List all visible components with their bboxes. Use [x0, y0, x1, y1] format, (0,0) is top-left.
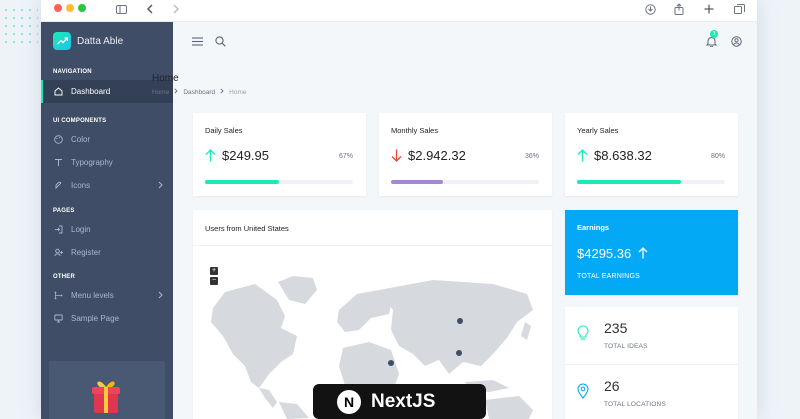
sidebar-item-sample-page[interactable]: Sample Page — [41, 307, 173, 330]
decorative-dots — [2, 6, 38, 46]
tabs-overview-icon[interactable] — [730, 0, 748, 18]
type-icon — [53, 158, 63, 167]
brand-name: Datta Able — [77, 35, 124, 47]
kpi-locations: 26 TOTAL LOCATIONS — [565, 365, 738, 419]
arrow-up-icon — [638, 247, 648, 259]
progress-bar — [205, 180, 279, 184]
kpi-label: TOTAL LOCATIONS — [604, 401, 666, 408]
sidebar-item-label: Icons — [71, 181, 91, 190]
chevron-right-icon — [220, 88, 224, 96]
arrow-up-icon — [205, 149, 216, 167]
menu-icon — [53, 291, 63, 300]
maximize-window-button[interactable] — [78, 4, 86, 12]
chevron-right-icon — [158, 291, 163, 301]
earnings-card: Earnings $4295.36 TOTAL EARNINGS — [565, 210, 738, 295]
user-plus-icon — [53, 248, 63, 257]
earnings-title: Earnings — [577, 223, 610, 232]
login-icon — [53, 225, 63, 234]
back-icon[interactable] — [141, 0, 159, 18]
sidebar-item-icons[interactable]: Icons — [41, 174, 173, 197]
breadcrumb-current: Home — [229, 88, 247, 96]
palette-icon — [53, 135, 63, 144]
stat-title: Monthly Sales — [391, 126, 439, 135]
stat-value: $2.942.32 — [408, 148, 466, 163]
stat-card-monthly-sales: Monthly Sales $2.942.32 36% — [379, 113, 552, 196]
earnings-label: TOTAL EARNINGS — [577, 273, 640, 280]
top-header: 3 — [173, 22, 757, 60]
minimize-window-button[interactable] — [66, 4, 74, 12]
sidebar-item-typography[interactable]: Typography — [41, 151, 173, 174]
lightbulb-icon — [577, 325, 589, 346]
arrow-down-icon — [391, 149, 402, 167]
stat-card-yearly-sales: Yearly Sales $8.638.32 80% — [565, 113, 738, 196]
page-title: Home — [152, 73, 179, 84]
stat-percent: 80% — [710, 153, 725, 160]
browser-toolbar — [41, 0, 757, 22]
map-pin-icon — [577, 383, 589, 404]
earnings-value: $4295.36 — [577, 246, 648, 261]
new-tab-icon[interactable] — [700, 0, 718, 18]
stat-value: $8.638.32 — [594, 148, 652, 163]
breadcrumb-dashboard[interactable]: Dashboard — [183, 89, 215, 96]
close-window-button[interactable] — [54, 4, 62, 12]
share-icon[interactable] — [670, 0, 688, 18]
brand[interactable]: Datta Able — [41, 22, 173, 60]
home-icon — [53, 87, 63, 96]
sidebar-item-login[interactable]: Login — [41, 218, 173, 241]
sidebar-item-label: Menu levels — [71, 291, 114, 300]
sidebar-item-menu-levels[interactable]: Menu levels — [41, 284, 173, 307]
monitor-icon — [53, 314, 63, 323]
nextjs-label: NextJS — [371, 390, 436, 412]
arrow-up-icon — [577, 149, 588, 167]
forward-icon[interactable] — [167, 0, 185, 18]
feather-icon — [53, 181, 63, 190]
sidebar-item-label: Typography — [71, 158, 113, 167]
progress-bar — [391, 180, 443, 184]
sidebar-toggle-icon[interactable] — [112, 0, 130, 18]
divider — [193, 245, 552, 246]
hamburger-menu-icon[interactable] — [190, 34, 204, 48]
kpi-ideas: 235 TOTAL IDEAS — [565, 307, 738, 363]
progress-bar — [577, 180, 681, 184]
nextjs-logo-icon: N — [337, 389, 361, 414]
kpi-value: 235 — [604, 320, 628, 336]
stat-card-daily-sales: Daily Sales $249.95 67% — [193, 113, 366, 196]
sidebar-item-label: Register — [71, 248, 101, 257]
stat-percent: 67% — [338, 153, 353, 160]
chevron-right-icon — [158, 181, 163, 191]
nextjs-badge: N NextJS — [313, 384, 486, 419]
stat-percent: 36% — [524, 153, 539, 160]
map-title: Users from United States — [205, 224, 289, 233]
sidebar-item-label: Dashboard — [71, 87, 111, 96]
sidebar-item-register[interactable]: Register — [41, 241, 173, 264]
sidebar-item-color[interactable]: Color — [41, 128, 173, 151]
breadcrumb-home[interactable]: Home — [152, 89, 169, 96]
sidebar-item-label: Color — [71, 135, 91, 144]
notification-badge: 3 — [710, 30, 718, 38]
sidebar-item-label: Sample Page — [71, 314, 120, 323]
chevron-right-icon — [174, 88, 178, 96]
progress-track — [391, 180, 539, 184]
stat-title: Yearly Sales — [577, 126, 619, 135]
promo-card — [49, 361, 165, 419]
sidebar-item-label: Login — [71, 225, 91, 234]
stat-value: $249.95 — [222, 148, 269, 163]
user-icon[interactable] — [729, 34, 743, 48]
kpi-value: 26 — [604, 378, 620, 394]
kpi-card: 235 TOTAL IDEAS 26 TOTAL LOCATIONS — [565, 307, 738, 419]
progress-track — [205, 180, 353, 184]
search-icon[interactable] — [213, 34, 227, 48]
download-icon[interactable] — [641, 0, 659, 18]
stat-title: Daily Sales — [205, 126, 243, 135]
earnings-amount: $4295.36 — [577, 246, 632, 261]
breadcrumb: Home Dashboard Home — [152, 88, 247, 96]
trending-up-icon — [53, 32, 71, 50]
kpi-label: TOTAL IDEAS — [604, 343, 648, 350]
progress-track — [577, 180, 725, 184]
gift-icon — [92, 381, 120, 413]
